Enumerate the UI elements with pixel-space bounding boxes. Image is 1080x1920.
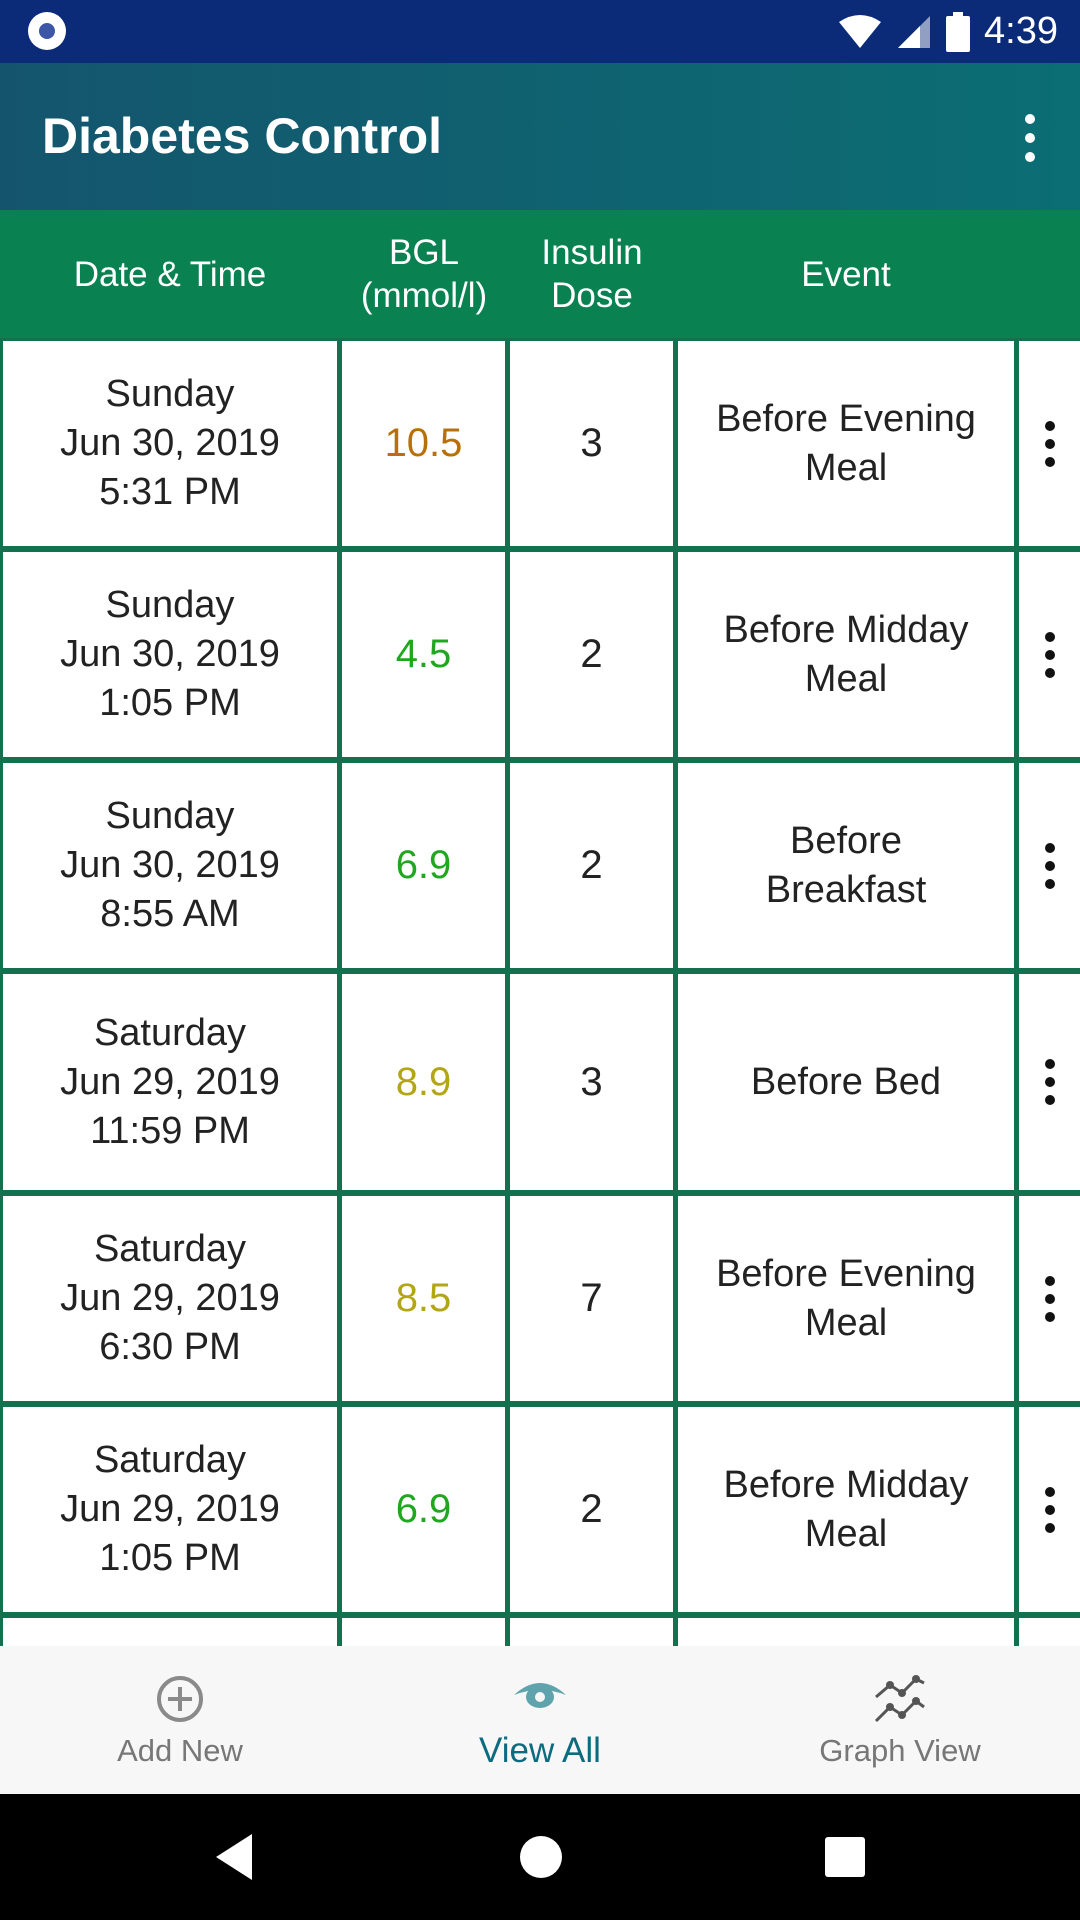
row-menu-icon[interactable] bbox=[1019, 763, 1080, 968]
table-row[interactable]: Saturday Jun 29, 2019 11:59 PM 8.9 3 Befor… bbox=[0, 974, 1080, 1196]
bgl-cell: 8.9 bbox=[342, 974, 505, 1190]
event-cell: Before Bed bbox=[678, 974, 1014, 1190]
bgl-cell: 6.9 bbox=[342, 1407, 505, 1612]
insulin-dose-cell: 2 bbox=[510, 763, 673, 968]
nav-label-graph-view: Graph View bbox=[819, 1733, 981, 1768]
bgl-cell: 8.5 bbox=[342, 1196, 505, 1401]
recents-icon[interactable] bbox=[823, 1832, 867, 1882]
readings-table[interactable]: Sunday Jun 30, 2019 5:31 PM 10.5 3 Before … bbox=[0, 338, 1080, 1646]
date-time-cell: Sunday Jun 30, 2019 8:55 AM bbox=[3, 763, 337, 968]
wifi-icon bbox=[839, 14, 882, 48]
bottom-nav: Add New View All Graph View bbox=[0, 1646, 1080, 1794]
table-row[interactable]: Sunday Jun 30, 2019 1:05 PM 4.5 2 Before M… bbox=[0, 552, 1080, 763]
app-title: Diabetes Control bbox=[42, 108, 443, 164]
date-time-cell: Saturday Jun 29, 2019 1:05 PM bbox=[3, 1407, 337, 1612]
eye-icon bbox=[512, 1669, 568, 1725]
row-menu-cell bbox=[1019, 1618, 1080, 1646]
bgl-cell: 4.5 bbox=[342, 552, 505, 757]
nav-label-view-all: View All bbox=[479, 1731, 601, 1770]
battery-icon bbox=[946, 11, 971, 52]
nav-label-add-new: Add New bbox=[117, 1733, 243, 1768]
table-row[interactable]: Saturday Jun 29, 2019 6:30 PM 8.5 7 Before… bbox=[0, 1196, 1080, 1407]
insulin-dose-cell: 3 bbox=[510, 974, 673, 1190]
header-date-time: Date & Time bbox=[73, 254, 267, 294]
header-bgl: BGL (mmol/l) bbox=[360, 233, 488, 315]
insulin-dose-cell: 7 bbox=[510, 1196, 673, 1401]
add-circle-icon bbox=[152, 1671, 208, 1727]
row-menu-icon[interactable] bbox=[1019, 341, 1080, 546]
table-row[interactable]: Saturday Jun 29, 2019 1:05 PM 6.9 2 Before… bbox=[0, 1407, 1080, 1618]
event-cell: Before Midday Meal bbox=[678, 1407, 1014, 1612]
row-menu-icon[interactable] bbox=[1019, 1196, 1080, 1401]
insulin-dose-cell bbox=[510, 1618, 673, 1646]
date-time-cell bbox=[3, 1618, 337, 1646]
event-cell: Before Midday Meal bbox=[678, 552, 1014, 757]
bgl-cell: 6.9 bbox=[342, 763, 505, 968]
table-row[interactable]: Sunday Jun 30, 2019 8:55 AM 6.9 2 Before Br… bbox=[0, 763, 1080, 974]
insulin-dose-cell: 3 bbox=[510, 341, 673, 546]
nav-view-all[interactable]: View All bbox=[390, 1646, 690, 1794]
date-time-cell: Sunday Jun 30, 2019 1:05 PM bbox=[3, 552, 337, 757]
bgl-cell: 10.5 bbox=[342, 341, 505, 546]
table-header: Date & Time BGL (mmol/l) Insulin Dose Even… bbox=[0, 210, 1080, 338]
date-time-cell: Saturday Jun 29, 2019 11:59 PM bbox=[3, 974, 337, 1190]
notification-icon bbox=[28, 12, 66, 50]
cell-signal-icon bbox=[898, 15, 931, 48]
date-time-cell: Saturday Jun 29, 2019 6:30 PM bbox=[3, 1196, 337, 1401]
home-icon[interactable] bbox=[518, 1832, 564, 1882]
status-bar: 4:39 bbox=[0, 0, 1080, 63]
nav-graph-view[interactable]: Graph View bbox=[750, 1646, 1050, 1794]
insulin-dose-cell: 2 bbox=[510, 552, 673, 757]
back-icon[interactable] bbox=[212, 1832, 256, 1882]
app-bar: Diabetes Control bbox=[0, 63, 1080, 210]
event-cell: Before Evening Meal bbox=[678, 341, 1014, 546]
event-cell: Before Breakfast bbox=[678, 763, 1014, 968]
header-event: Event bbox=[801, 254, 891, 294]
graph-icon bbox=[872, 1671, 928, 1727]
date-time-cell: Sunday Jun 30, 2019 5:31 PM bbox=[3, 341, 337, 546]
status-time: 4:39 bbox=[984, 10, 1058, 52]
insulin-dose-cell: 2 bbox=[510, 1407, 673, 1612]
nav-add-new[interactable]: Add New bbox=[30, 1646, 330, 1794]
row-menu-icon[interactable] bbox=[1019, 974, 1080, 1190]
row-menu-icon[interactable] bbox=[1019, 1407, 1080, 1612]
status-icons: 4:39 bbox=[838, 0, 1058, 63]
more-vert-icon[interactable] bbox=[1000, 103, 1060, 173]
table-row[interactable]: Sunday Jun 30, 2019 5:31 PM 10.5 3 Before … bbox=[0, 341, 1080, 552]
event-cell: Before Evening Meal bbox=[678, 1196, 1014, 1401]
event-cell bbox=[678, 1618, 1014, 1646]
system-nav-bar bbox=[0, 1794, 1080, 1920]
row-menu-icon[interactable] bbox=[1019, 552, 1080, 757]
header-insulin-dose: Insulin Dose bbox=[541, 233, 643, 315]
bgl-cell bbox=[342, 1618, 505, 1646]
table-row-partial[interactable] bbox=[0, 1618, 1080, 1646]
